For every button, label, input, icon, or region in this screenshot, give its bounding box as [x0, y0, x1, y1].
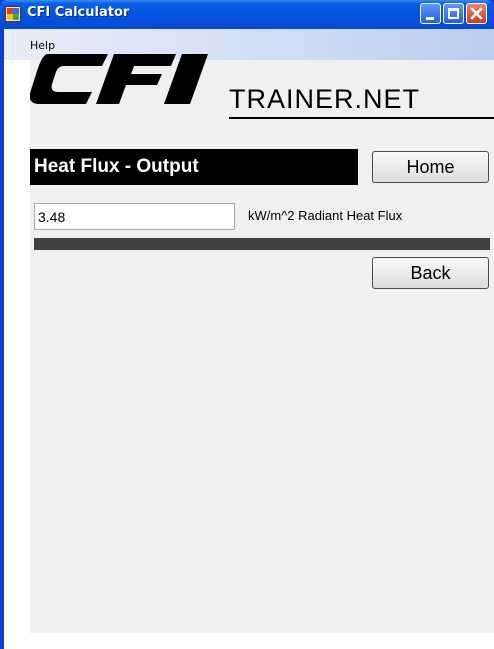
maximize-icon [448, 8, 459, 19]
trainer-net-text: TRAINER.NET [229, 84, 421, 114]
home-button[interactable]: Home [372, 151, 489, 183]
page-title-bar: Heat Flux - Output [30, 149, 358, 185]
window-title: CFI Calculator [27, 5, 130, 20]
app-icon[interactable] [5, 6, 21, 22]
cfi-logo-mark [30, 54, 208, 104]
maximize-button[interactable] [443, 3, 464, 24]
minimize-button[interactable] [420, 3, 441, 24]
app-window: CFI Calculator Help TRAINER.NET Heat Flu… [0, 0, 494, 649]
close-icon [470, 7, 483, 20]
close-button[interactable] [466, 3, 487, 24]
heat-flux-unit-label: kW/m^2 Radiant Heat Flux [248, 208, 403, 223]
menu-item-help[interactable]: Help [30, 39, 55, 52]
title-bar[interactable]: CFI Calculator [0, 0, 494, 29]
page-title: Heat Flux - Output [34, 156, 199, 177]
heat-flux-output-field[interactable] [34, 203, 235, 230]
logo-underline [229, 117, 494, 119]
divider-bar [34, 238, 490, 250]
cfi-trainer-logo: TRAINER.NET [30, 54, 494, 124]
back-button[interactable]: Back [372, 257, 489, 289]
content-panel [30, 60, 494, 633]
minimize-icon [426, 17, 434, 20]
